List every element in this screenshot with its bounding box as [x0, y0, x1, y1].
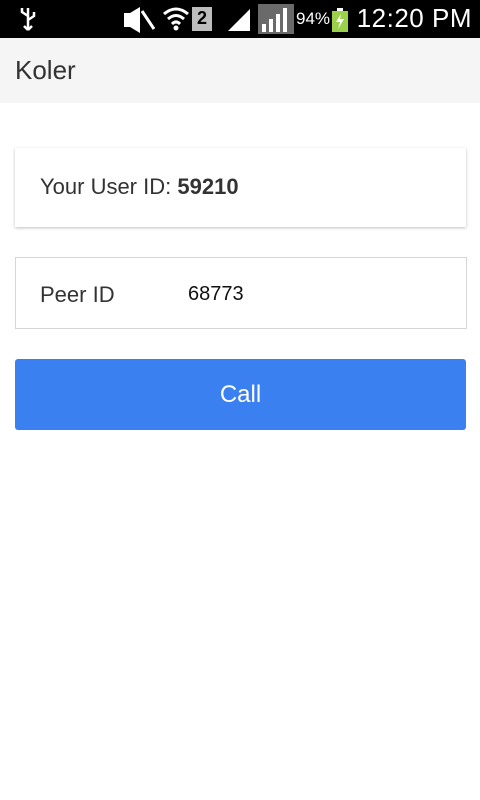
peer-id-input[interactable] [188, 276, 448, 312]
signal-icon [258, 4, 294, 34]
user-id-card: Your User ID: 59210 [15, 148, 466, 227]
battery-percent: 94% [296, 9, 331, 28]
peer-id-label: Peer ID [40, 282, 115, 307]
user-id-row: Your User ID: 59210 [40, 174, 239, 200]
mute-icon [124, 7, 156, 33]
sim-icon: 2 [192, 7, 212, 31]
clock: 12:20 PM [356, 3, 472, 33]
wifi-icon [163, 7, 189, 31]
call-button[interactable]: Call [15, 359, 466, 430]
user-id-label: Your User ID: [40, 174, 172, 199]
status-bar: 2 94% 12:20 PM [0, 0, 480, 38]
user-id-value: 59210 [177, 174, 239, 199]
peer-id-field: Peer ID [15, 257, 467, 329]
usb-icon [20, 8, 36, 31]
app-bar: Koler [0, 38, 480, 103]
battery-charging-icon [332, 8, 348, 32]
app-title: Koler [15, 55, 76, 85]
signal-icon [228, 9, 250, 31]
